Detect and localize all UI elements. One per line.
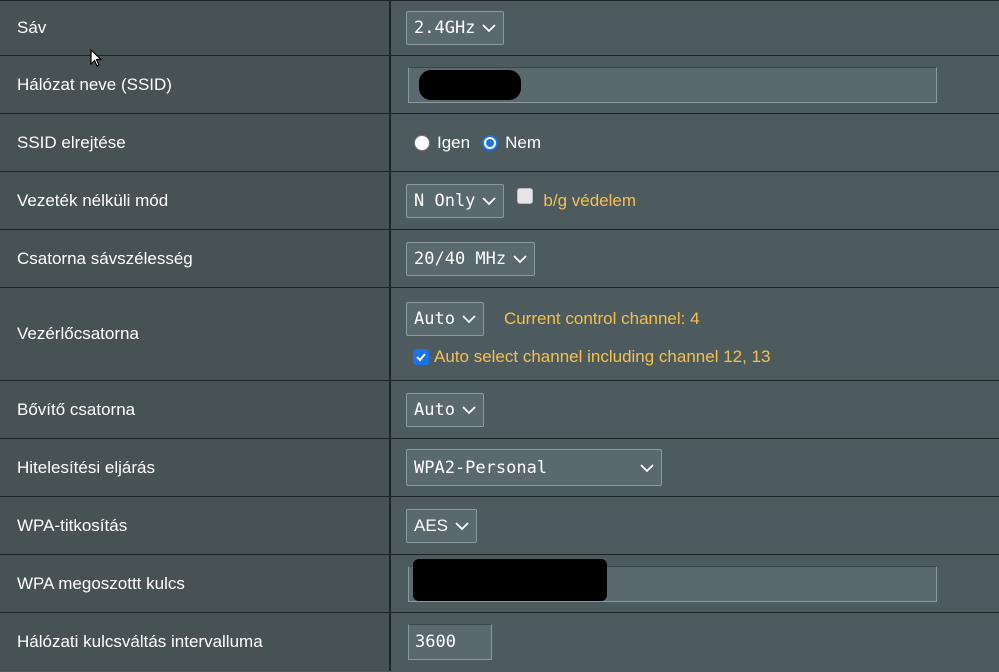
wpa-enc-label: WPA-titkosítás — [0, 497, 391, 554]
row-band: Sáv 2.4GHz — [0, 1, 999, 56]
chevron-down-icon — [513, 254, 527, 263]
auto-channel-label: Auto select channel including channel 12… — [434, 346, 771, 366]
auto-channel-checkbox[interactable] — [413, 348, 429, 365]
wireless-mode-cell: N Only b/g védelem — [391, 172, 999, 229]
wireless-mode-select[interactable]: N Only — [406, 183, 505, 218]
bg-protection-checkbox[interactable] — [517, 187, 534, 204]
ext-channel-label: Bővítő csatorna — [0, 381, 391, 438]
hide-ssid-label: SSID elrejtése — [0, 114, 391, 171]
ext-channel-cell: Auto — [391, 381, 999, 438]
row-ext-channel: Bővítő csatorna Auto — [0, 381, 999, 439]
row-bandwidth: Csatorna sávszélesség 20/40 MHz — [0, 230, 999, 288]
chevron-down-icon — [482, 24, 497, 33]
ssid-cell — [391, 56, 999, 113]
wpa-key-label: WPA megoszottt kulcs — [0, 555, 391, 612]
band-label: Sáv — [0, 1, 391, 55]
band-select-value: 2.4GHz — [414, 18, 476, 38]
rekey-value: 3600 — [415, 632, 456, 652]
auth-cell: WPA2-Personal — [391, 439, 999, 496]
row-wpa-key: WPA megoszottt kulcs — [0, 555, 999, 613]
wireless-settings-table: Sáv 2.4GHz Hálózat neve (SSID) SSID elre… — [0, 0, 999, 672]
hide-ssid-no-radio[interactable] — [482, 134, 499, 151]
rekey-cell: 3600 — [391, 613, 999, 671]
chevron-down-icon — [640, 463, 654, 472]
row-rekey: Hálózati kulcsváltás intervalluma 3600 — [0, 613, 999, 671]
hide-ssid-yes-label: Igen — [437, 132, 471, 152]
checkmark-icon — [416, 352, 426, 361]
current-channel-status: Current control channel: 4 — [503, 308, 700, 328]
bandwidth-select[interactable]: 20/40 MHz — [406, 241, 536, 276]
control-channel-line: Auto Current control channel: 4 — [406, 301, 700, 336]
wireless-mode-label: Vezeték nélküli mód — [0, 172, 391, 229]
wpa-enc-cell: AES — [391, 497, 999, 554]
auth-select-value: WPA2-Personal — [414, 457, 548, 478]
rekey-input[interactable]: 3600 — [408, 624, 492, 660]
row-hide-ssid: SSID elrejtése Igen Nem — [0, 114, 999, 172]
wpa-enc-select[interactable]: AES — [406, 508, 478, 543]
chevron-down-icon — [462, 314, 476, 323]
ssid-input[interactable] — [408, 66, 937, 103]
row-ssid: Hálózat neve (SSID) — [0, 56, 999, 114]
row-control-channel: Vezérlőcsatorna Auto Current control cha… — [0, 288, 999, 381]
wpa-enc-select-value: AES — [414, 515, 449, 535]
mouse-cursor-icon — [90, 49, 103, 67]
control-channel-cell: Auto Current control channel: 4 Auto sel… — [391, 288, 999, 380]
chevron-down-icon — [462, 405, 476, 414]
wpa-key-cell — [391, 555, 999, 612]
redaction-mark — [413, 558, 607, 601]
bandwidth-select-value: 20/40 MHz — [414, 248, 507, 269]
hide-ssid-cell: Igen Nem — [391, 114, 999, 171]
hide-ssid-yes-radio[interactable] — [414, 134, 430, 151]
control-channel-select[interactable]: Auto — [406, 301, 484, 336]
wireless-mode-select-value: N Only — [414, 190, 476, 211]
control-channel-select-value: Auto — [414, 308, 455, 329]
bandwidth-cell: 20/40 MHz — [391, 230, 999, 287]
row-wpa-enc: WPA-titkosítás AES — [0, 497, 999, 555]
auto-channel-line: Auto select channel including channel 12… — [413, 347, 770, 367]
control-channel-label: Vezérlőcsatorna — [0, 288, 391, 380]
hide-ssid-no-label: Nem — [505, 132, 541, 152]
band-select[interactable]: 2.4GHz — [406, 11, 505, 45]
ext-channel-select[interactable]: Auto — [406, 392, 484, 427]
chevron-down-icon — [482, 196, 497, 205]
bandwidth-label: Csatorna sávszélesség — [0, 230, 391, 287]
row-wireless-mode: Vezeték nélküli mód N Only b/g védelem — [0, 172, 999, 230]
row-auth: Hitelesítési eljárás WPA2-Personal — [0, 439, 999, 497]
redaction-mark — [419, 69, 521, 100]
band-cell: 2.4GHz — [391, 1, 999, 55]
ext-channel-select-value: Auto — [414, 399, 455, 420]
wpa-key-input[interactable] — [408, 558, 937, 602]
ssid-label: Hálózat neve (SSID) — [0, 56, 391, 113]
chevron-down-icon — [455, 521, 469, 530]
auth-select[interactable]: WPA2-Personal — [406, 449, 662, 486]
rekey-label: Hálózati kulcsváltás intervalluma — [0, 613, 391, 671]
bg-protection-label: b/g védelem — [543, 190, 637, 210]
auth-label: Hitelesítési eljárás — [0, 439, 391, 496]
